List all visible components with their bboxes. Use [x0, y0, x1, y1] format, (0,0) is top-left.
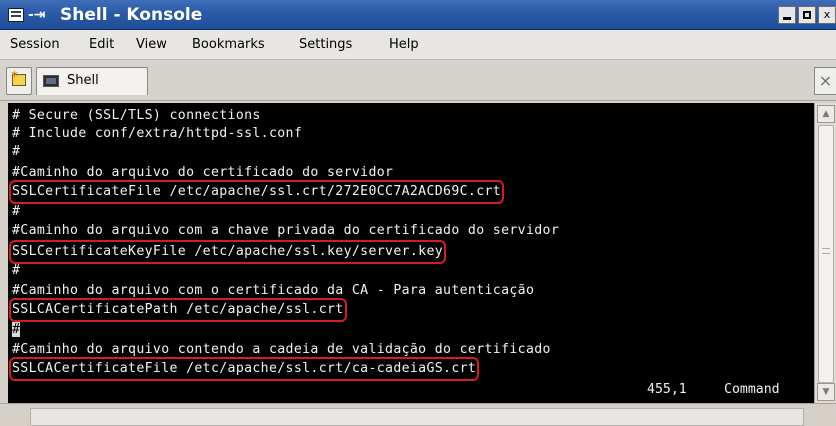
terminal-line: # [12, 204, 21, 219]
close-session-icon: ⨯ [818, 71, 833, 90]
terminal-line: # [12, 144, 21, 159]
session-toolbar: ✶ Shell ⨯ [0, 61, 836, 101]
close-session-button[interactable]: ⨯ [814, 67, 836, 95]
terminal-line-highlighted: SSLCertificateKeyFile /etc/apache/ssl.ke… [8, 240, 447, 264]
terminal-line-highlighted: SSLCACertificatePath /etc/apache/ssl.crt [9, 298, 347, 322]
terminal-line: #Caminho do arquivo com o certificado da… [12, 283, 535, 298]
new-session-button[interactable]: ✶ [6, 67, 32, 95]
tab-shell-label: Shell [67, 73, 99, 88]
terminal-line-highlighted: SSLCACertificateFile /etc/apache/ssl.crt… [8, 357, 480, 381]
menu-settings[interactable]: Settings [299, 37, 352, 53]
scrollbar-thumb[interactable] [818, 125, 834, 383]
close-window-button[interactable]: x [818, 6, 836, 24]
maximize-button[interactable] [798, 6, 816, 24]
minimize-icon [783, 17, 791, 20]
vertical-scrollbar[interactable]: ▲ ▼ [814, 103, 836, 403]
terminal-view[interactable]: # Secure (SSL/TLS) connections # Include… [8, 103, 814, 403]
scroll-up-arrow-icon: ▲ [822, 109, 830, 119]
scroll-down-arrow-icon: ▼ [822, 387, 830, 397]
horizontal-strip [30, 408, 804, 426]
window-menu-icon[interactable] [8, 8, 24, 22]
sticky-pin-icon[interactable]: -⇥ [28, 6, 46, 24]
bottom-panel [0, 403, 836, 426]
minimize-button[interactable] [778, 6, 796, 24]
menu-session[interactable]: Session [10, 37, 60, 53]
konsole-window: -⇥ Shell - Konsole x Session Edit View B… [0, 0, 836, 426]
menu-edit[interactable]: Edit [89, 37, 114, 53]
terminal-line-cursor: # [12, 321, 21, 339]
sparkle-icon: ✶ [10, 68, 20, 81]
editor-mode-status: Command [724, 382, 780, 397]
maximize-icon [803, 11, 811, 19]
title-bar[interactable]: -⇥ Shell - Konsole x [0, 0, 836, 30]
cursor-position-status: 455,1 [647, 382, 687, 397]
terminal-line: # Secure (SSL/TLS) connections [12, 108, 261, 123]
window-buttons: x [778, 6, 836, 24]
terminal-line: #Caminho do arquivo do certificado do se… [12, 165, 394, 180]
menu-help[interactable]: Help [389, 37, 419, 53]
grip-icon [822, 248, 830, 254]
scroll-up-button[interactable]: ▲ [817, 105, 835, 123]
menu-bookmarks[interactable]: Bookmarks [192, 37, 265, 53]
scroll-down-button[interactable]: ▼ [817, 383, 835, 401]
terminal-line: #Caminho do arquivo contendo a cadeia de… [12, 342, 551, 357]
terminal-line: # [12, 263, 21, 278]
tab-shell[interactable]: Shell [36, 67, 148, 95]
menu-bar: Session Edit View Bookmarks Settings Hel… [0, 30, 836, 60]
menu-view[interactable]: View [136, 37, 167, 53]
terminal-line: #Caminho do arquivo com a chave privada … [12, 223, 560, 238]
text-cursor: # [12, 322, 21, 337]
terminal-line: # Include conf/extra/httpd-ssl.conf [12, 126, 303, 141]
window-title: Shell - Konsole [60, 5, 203, 25]
terminal-line-highlighted: SSLCertificateFile /etc/apache/ssl.crt/2… [8, 180, 505, 204]
title-icons: -⇥ [8, 6, 46, 24]
terminal-icon [43, 75, 59, 87]
